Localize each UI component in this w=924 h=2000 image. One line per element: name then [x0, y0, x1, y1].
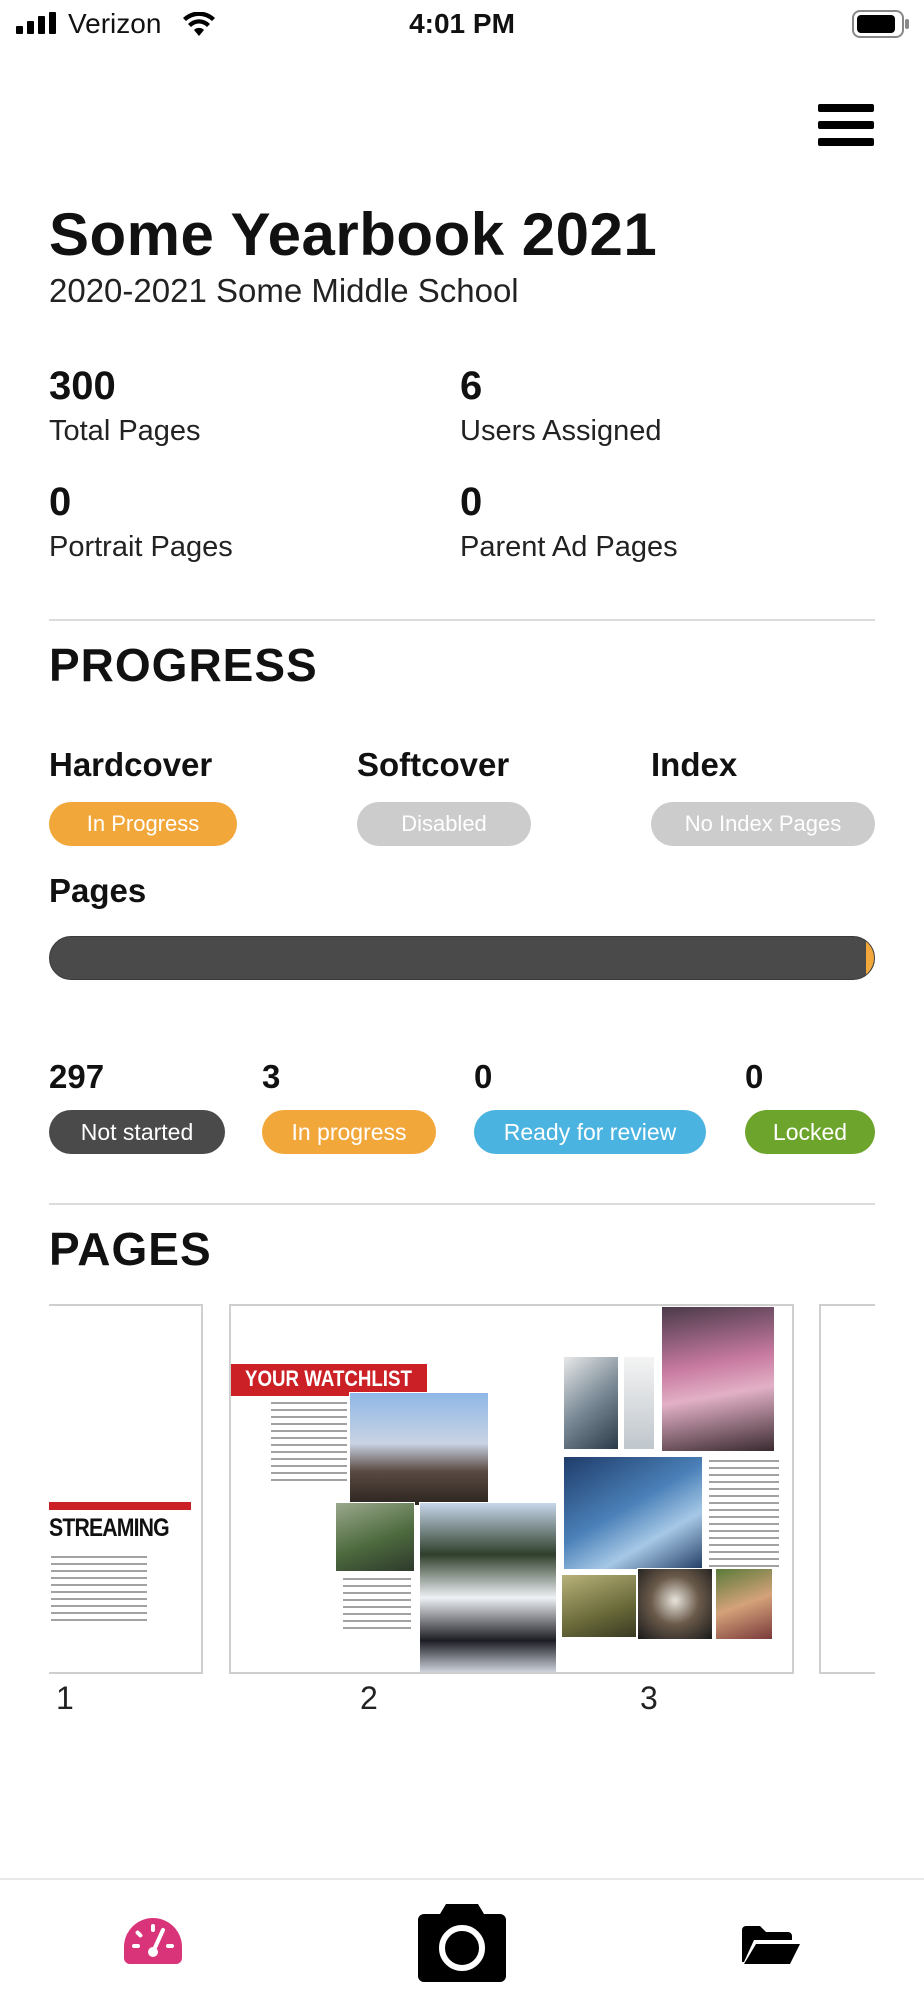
dashboard-icon: [124, 1918, 182, 1964]
nav-camera[interactable]: [416, 1898, 508, 1989]
page-thumbnail-1[interactable]: STREAMING: [49, 1304, 203, 1674]
nav-dashboard[interactable]: [122, 1916, 184, 1973]
yearbook-title: Some Yearbook 2021: [49, 201, 658, 268]
stat-total-pages: 300 Total Pages: [49, 364, 201, 448]
page-number-3: 3: [640, 1680, 658, 1716]
hardcover-status: Hardcover In Progress: [49, 746, 237, 846]
not-started-badge[interactable]: Not started: [49, 1110, 225, 1154]
photo-tall: [661, 1306, 775, 1452]
pages-heading: PAGES: [49, 1223, 212, 1275]
folder-icon: [742, 1926, 800, 1964]
page-thumbnails-carousel[interactable]: STREAMING YOUR WATCHLIST: [49, 1304, 875, 1674]
count-ready-for-review: 0 Ready for review: [474, 1058, 706, 1154]
stat-label: Total Pages: [49, 415, 201, 447]
page-number-1: 1: [56, 1680, 74, 1716]
stat-portrait-pages: 0 Portrait Pages: [49, 480, 233, 564]
page-number-2: 2: [360, 1680, 378, 1716]
stat-value: 0: [460, 480, 483, 524]
divider: [49, 1203, 875, 1205]
divider: [49, 619, 875, 621]
count-in-progress: 3 In progress: [262, 1058, 436, 1154]
menu-icon: [818, 104, 874, 112]
battery-icon: [852, 10, 909, 38]
stat-users-assigned: 6 Users Assigned: [460, 364, 662, 448]
nav-folder[interactable]: [740, 1924, 802, 1971]
count-locked: 0 Locked: [745, 1058, 875, 1154]
count-not-started: 297 Not started: [49, 1058, 225, 1154]
body-text: [51, 1556, 147, 1622]
yearbook-subtitle: 2020-2021 Some Middle School: [49, 272, 519, 309]
count-value: 297: [49, 1058, 105, 1095]
index-status: Index No Index Pages: [651, 746, 875, 846]
ready-for-review-badge[interactable]: Ready for review: [474, 1110, 706, 1154]
locked-badge[interactable]: Locked: [745, 1110, 875, 1154]
pages-progress-fill: [865, 937, 874, 979]
softcover-label: Softcover: [357, 746, 510, 783]
count-value: 0: [745, 1058, 764, 1095]
photo-blue: [563, 1456, 703, 1570]
snow-photo: [419, 1502, 557, 1672]
in-progress-badge[interactable]: In progress: [262, 1110, 436, 1154]
stat-value: 300: [49, 364, 116, 408]
softcover-status: Softcover Disabled: [357, 746, 531, 846]
photo-small: [637, 1568, 713, 1640]
photo-small: [623, 1356, 655, 1450]
page-thumbnail-spread-2-3[interactable]: YOUR WATCHLIST: [229, 1304, 794, 1674]
stat-label: Parent Ad Pages: [460, 531, 678, 563]
bottom-nav: [0, 1878, 924, 2000]
stat-label: Portrait Pages: [49, 531, 233, 563]
portrait-photo: [335, 1502, 415, 1572]
clock: 4:01 PM: [409, 8, 515, 39]
camera-icon: [418, 1904, 506, 1982]
count-value: 3: [262, 1058, 281, 1095]
pages-progress-bar: [49, 936, 875, 980]
hamburger-menu-button[interactable]: [818, 104, 874, 154]
page-headline: YOUR WATCHLIST: [245, 1366, 412, 1391]
body-text: [271, 1402, 347, 1482]
body-text: [343, 1578, 411, 1632]
headline-bar: [49, 1502, 191, 1510]
index-label: Index: [651, 746, 738, 783]
progress-heading: PROGRESS: [49, 639, 318, 691]
hardcover-status-badge[interactable]: In Progress: [49, 802, 237, 846]
body-text: [709, 1460, 779, 1572]
status-bar: Verizon 4:01 PM: [0, 0, 924, 52]
stat-label: Users Assigned: [460, 415, 662, 447]
page-thumbnail-4[interactable]: [819, 1304, 875, 1674]
page-headline: STREAMING: [49, 1514, 170, 1542]
stat-value: 6: [460, 364, 483, 408]
hardcover-label: Hardcover: [49, 746, 213, 783]
softcover-status-badge[interactable]: Disabled: [357, 802, 531, 846]
photo-small: [561, 1574, 637, 1638]
photo-small: [715, 1568, 773, 1640]
stat-parent-ad-pages: 0 Parent Ad Pages: [460, 480, 678, 564]
stat-value: 0: [49, 480, 72, 524]
group-photo: [349, 1392, 489, 1506]
pages-progress-label: Pages: [49, 872, 147, 909]
photo-small: [563, 1356, 619, 1450]
index-status-badge[interactable]: No Index Pages: [651, 802, 875, 846]
count-value: 0: [474, 1058, 493, 1095]
